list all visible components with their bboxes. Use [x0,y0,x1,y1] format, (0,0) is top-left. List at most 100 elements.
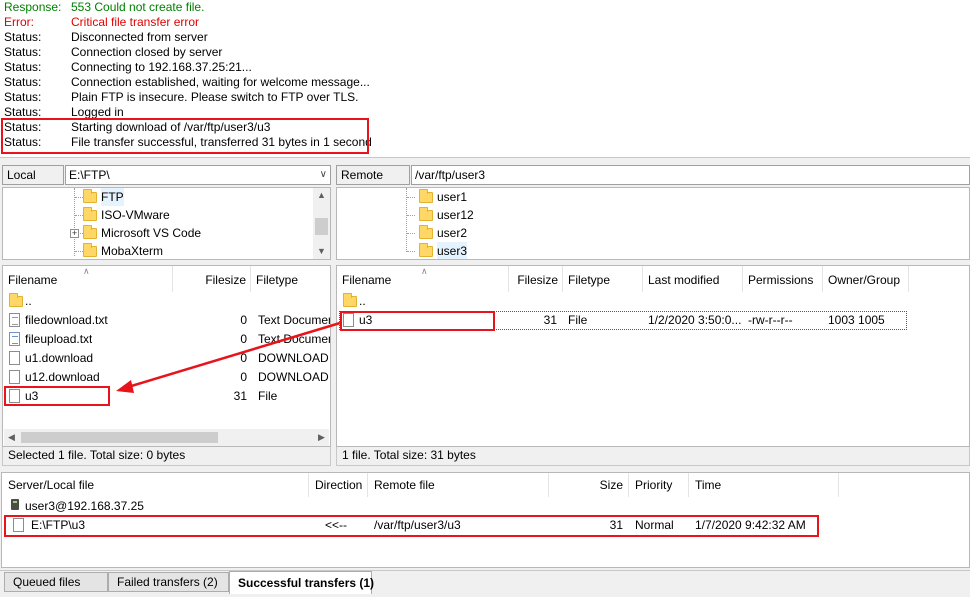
log-kind: Status: [4,30,42,44]
folder-icon [343,293,357,307]
sort-ascending-icon: ∧ [83,266,90,276]
log-message: Starting download of /var/ftp/user3/u3 [71,120,271,134]
chevron-down-icon[interactable]: ∨ [320,166,327,184]
file-name: filedownload.txt [25,313,108,327]
column-header-permissions[interactable]: Permissions [743,266,823,292]
remote-site-path: /var/ftp/user3 [415,168,486,182]
remote-file-list[interactable]: Filename ∧ Filesize Filetype Last modifie… [336,265,970,447]
column-header-server-local-file[interactable]: Server/Local file [2,473,309,497]
column-label: Owner/Group [828,273,901,287]
list-item[interactable]: u1.download 0 DOWNLOAD ... [3,349,330,368]
file-type: Text Document [258,313,331,327]
file-icon [9,370,20,384]
list-item[interactable]: fileupload.txt 0 Text Document [3,330,331,349]
column-header-direction[interactable]: Direction [309,473,368,497]
file-name: u1.download [25,351,94,365]
column-label: Filename [342,273,392,287]
local-directory-tree[interactable]: + FTP ISO-VMware Microsoft VS Code MobaX… [2,187,331,260]
scroll-thumb[interactable] [21,432,218,443]
file-size: 0 [240,313,247,327]
queue-size: 31 [609,518,623,532]
file-name: .. [359,294,366,308]
column-label: Direction [315,478,363,492]
column-header-filesize[interactable]: Filesize [173,266,251,292]
log-message: Disconnected from server [71,30,208,44]
log-message: Connection established, waiting for welc… [71,75,370,89]
log-message: Connecting to 192.168.37.25:21... [71,60,252,74]
log-message: Connection closed by server [71,45,223,59]
expand-icon[interactable]: + [70,229,79,238]
local-site-label: Local site: [2,165,64,201]
text-file-icon [9,332,20,346]
column-header-size[interactable]: Size [549,473,629,497]
column-header-filetype[interactable]: Filetype [563,266,643,292]
log-message: Plain FTP is insecure. Please switch to … [71,90,359,104]
list-item[interactable]: u3 31 File [3,387,330,406]
scroll-left-icon[interactable]: ◀ [8,432,15,443]
message-log[interactable]: Response: 553 Could not create file. Erro… [0,0,970,158]
tab-failed-transfers[interactable]: Failed transfers (2) [108,572,229,592]
folder-icon [9,293,23,307]
column-header-filesize[interactable]: Filesize [509,266,563,292]
log-message: 553 Could not create file. [71,0,205,14]
file-name: u12.download [25,370,100,384]
log-kind: Status: [4,75,42,89]
folder-icon [419,225,433,239]
queue-remote-file: /var/ftp/user3/u3 [374,518,461,532]
column-header-priority[interactable]: Priority [629,473,689,497]
log-kind: Error: [4,15,34,29]
column-label: Filetype [256,273,299,287]
file-size: 0 [240,332,247,346]
list-item[interactable]: filedownload.txt 0 Text Document [3,311,331,330]
log-kind: Status: [4,60,42,74]
column-header-filename[interactable]: Filename ∧ [3,266,173,292]
remote-status-line: 1 file. Total size: 31 bytes [336,447,970,466]
remote-site-path-input[interactable]: /var/ftp/user3 [411,165,970,185]
column-header-time[interactable]: Time [689,473,839,497]
log-message: Logged in [71,105,124,119]
vertical-scrollbar[interactable]: ▲ ▼ [313,188,330,259]
column-label: Priority [635,478,673,492]
file-type: Text Document [258,332,331,346]
log-kind: Response: [4,0,62,14]
transfer-queue[interactable]: Server/Local file Direction Remote file … [1,472,970,568]
folder-icon [83,225,97,239]
folder-icon [83,243,97,257]
text-file-icon [9,313,20,327]
column-header-owner-group[interactable]: Owner/Group [823,266,909,292]
scroll-right-icon[interactable]: ▶ [318,432,325,443]
horizontal-scrollbar[interactable]: ◀ ▶ [4,429,329,446]
remote-directory-tree[interactable]: user1 user12 user2 user3 [336,187,970,260]
file-icon [13,518,24,532]
local-site-path-input[interactable]: E:\FTP\ ∨ [65,165,331,185]
scroll-down-icon[interactable]: ▼ [317,246,326,256]
file-icon [9,351,20,365]
folder-icon [83,207,97,221]
column-header-filetype[interactable]: Filetype [251,266,330,292]
folder-icon [419,243,433,257]
server-icon [11,499,19,510]
file-size: 0 [240,370,247,384]
tab-queued-files[interactable]: Queued files [4,572,108,592]
column-label: Last modified [648,273,720,287]
column-header-remote-file[interactable]: Remote file [368,473,549,497]
log-message: Critical file transfer error [71,15,200,29]
queue-item[interactable]: E:\FTP\u3 <<-- /var/ftp/user3/u3 31 Norm… [2,516,822,535]
tab-successful-transfers[interactable]: Successful transfers (1) [229,571,374,594]
local-file-list[interactable]: Filename ∧ Filesize Filetype .. filedownl… [2,265,331,447]
list-item[interactable]: .. [3,292,330,311]
scroll-up-icon[interactable]: ▲ [317,190,326,200]
file-type: File [258,389,278,403]
queue-time: 1/7/2020 9:42:32 AM [695,518,806,532]
column-header-last-modified[interactable]: Last modified [643,266,743,292]
column-header-filename[interactable]: Filename ∧ [337,266,509,292]
tree-item-label: ISO-VMware [101,208,170,222]
list-item[interactable]: u12.download 0 DOWNLOAD ... [3,368,330,387]
list-item[interactable]: .. [337,292,969,311]
remote-site-label: Remote site: [336,165,410,201]
column-label: Filetype [568,273,611,287]
queue-server[interactable]: user3@192.168.37.25 [25,497,144,516]
local-status-line: Selected 1 file. Total size: 0 bytes [2,447,331,466]
scroll-thumb[interactable] [315,218,328,235]
log-kind: Status: [4,120,42,134]
